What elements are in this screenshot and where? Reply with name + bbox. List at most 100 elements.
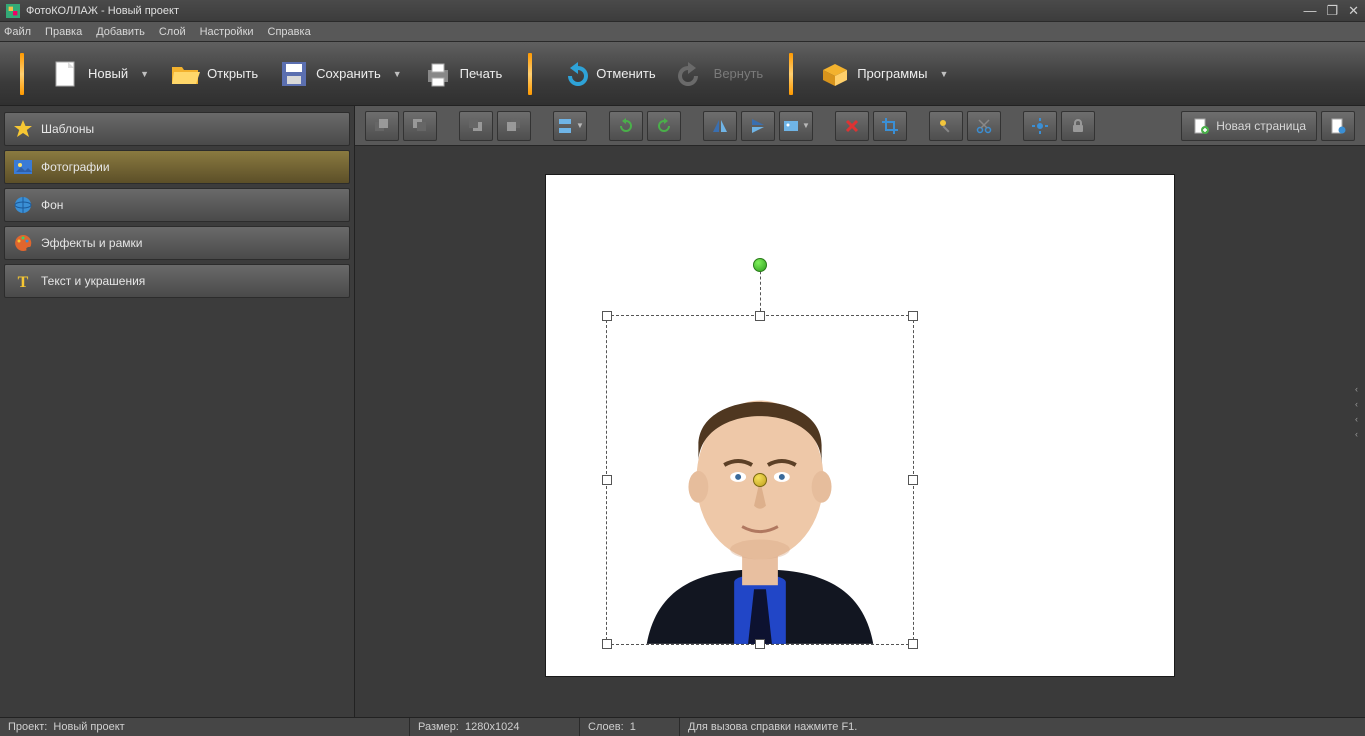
selection-frame[interactable] (606, 315, 914, 645)
new-file-icon (50, 58, 82, 90)
star-icon (13, 119, 33, 139)
toolbar-separator (528, 53, 532, 95)
toolbar-separator (20, 53, 24, 95)
sidebar: Шаблоны Фотографии Фон Эффекты и рамки T… (0, 106, 355, 717)
app-icon (6, 4, 20, 18)
globe-icon (13, 195, 33, 215)
chevron-down-icon: ▼ (802, 121, 810, 130)
resize-handle-bm[interactable] (755, 639, 765, 649)
new-button[interactable]: Новый ▼ (40, 53, 159, 95)
rotate-right-button[interactable] (647, 111, 681, 141)
status-project: Проект: Новый проект (0, 718, 410, 736)
workspace: ▼ ▼ Новая страница (355, 106, 1365, 717)
chevron-down-icon: ▼ (939, 69, 948, 79)
layer-back-button[interactable] (497, 111, 531, 141)
delete-button[interactable] (835, 111, 869, 141)
rotate-left-button[interactable] (609, 111, 643, 141)
send-backward-icon (467, 117, 485, 135)
rotation-stem (760, 266, 761, 311)
status-layers: Слоев: 1 (580, 718, 680, 736)
flip-v-icon (749, 117, 767, 135)
x-icon (843, 117, 861, 135)
resize-handle-mr[interactable] (908, 475, 918, 485)
redo-icon (676, 58, 708, 90)
rotate-ccw-icon (617, 117, 635, 135)
save-disk-icon (278, 58, 310, 90)
page[interactable] (545, 174, 1175, 677)
layer-forward-button[interactable] (403, 111, 437, 141)
resize-handle-tr[interactable] (908, 311, 918, 321)
settings-button[interactable] (1023, 111, 1057, 141)
sidebar-item-photos[interactable]: Фотографии (4, 150, 350, 184)
minimize-button[interactable]: — (1303, 3, 1316, 19)
palette-icon (13, 233, 33, 253)
gear-icon (1031, 117, 1049, 135)
flip-h-icon (711, 117, 729, 135)
menu-settings[interactable]: Настройки (200, 26, 254, 38)
page-gear-icon (1329, 117, 1347, 135)
fit-image-icon (782, 117, 800, 135)
undo-icon (558, 58, 590, 90)
status-size: Размер: 1280x1024 (410, 718, 580, 736)
rotation-handle[interactable] (753, 258, 767, 272)
crop-button[interactable] (873, 111, 907, 141)
sidebar-item-templates[interactable]: Шаблоны (4, 112, 350, 146)
sidebar-item-effects[interactable]: Эффекты и рамки (4, 226, 350, 260)
new-page-button[interactable]: Новая страница (1181, 111, 1317, 141)
flip-vertical-button[interactable] (741, 111, 775, 141)
main-toolbar: Новый ▼ Открыть Сохранить ▼ Печать Отмен… (0, 42, 1365, 106)
status-help: Для вызова справки нажмите F1. (680, 718, 1365, 736)
printer-icon (422, 58, 454, 90)
resize-handle-ml[interactable] (602, 475, 612, 485)
scissors-button[interactable] (967, 111, 1001, 141)
resize-handle-tm[interactable] (755, 311, 765, 321)
menu-file[interactable]: Файл (4, 26, 31, 38)
menubar: Файл Правка Добавить Слой Настройки Спра… (0, 22, 1365, 42)
layer-front-button[interactable] (365, 111, 399, 141)
page-settings-button[interactable] (1321, 111, 1355, 141)
bring-front-icon (373, 117, 391, 135)
chevron-down-icon: ▼ (576, 121, 584, 130)
save-button[interactable]: Сохранить ▼ (268, 53, 412, 95)
menu-layer[interactable]: Слой (159, 26, 186, 38)
menu-help[interactable]: Справка (268, 26, 311, 38)
send-back-icon (505, 117, 523, 135)
photo-icon (13, 157, 33, 177)
bring-forward-icon (411, 117, 429, 135)
page-add-icon (1192, 117, 1210, 135)
canvas[interactable] (355, 146, 1365, 717)
programs-button[interactable]: Программы ▼ (809, 53, 958, 95)
resize-handle-bl[interactable] (602, 639, 612, 649)
align-button[interactable]: ▼ (553, 111, 587, 141)
center-point[interactable] (753, 473, 767, 487)
menu-edit[interactable]: Правка (45, 26, 82, 38)
resize-handle-br[interactable] (908, 639, 918, 649)
toolbar-separator (789, 53, 793, 95)
undo-button[interactable]: Отменить (548, 53, 665, 95)
chevron-down-icon: ▼ (140, 69, 149, 79)
panel-expand-handle[interactable]: ‹‹‹‹ (1355, 382, 1365, 442)
rotate-cw-icon (655, 117, 673, 135)
align-icon (556, 117, 574, 135)
sidebar-item-text[interactable]: T Текст и украшения (4, 264, 350, 298)
flip-horizontal-button[interactable] (703, 111, 737, 141)
text-icon: T (13, 271, 33, 291)
open-button[interactable]: Открыть (159, 53, 268, 95)
close-button[interactable]: ✕ (1348, 3, 1359, 19)
lock-button[interactable] (1061, 111, 1095, 141)
window-title: ФотоКОЛЛАЖ - Новый проект (26, 5, 1303, 17)
redo-button[interactable]: Вернуть (666, 53, 774, 95)
crop-icon (881, 117, 899, 135)
layer-backward-button[interactable] (459, 111, 493, 141)
resize-handle-tl[interactable] (602, 311, 612, 321)
menu-add[interactable]: Добавить (96, 26, 145, 38)
maximize-button[interactable]: ❐ (1326, 3, 1338, 19)
fit-button[interactable]: ▼ (779, 111, 813, 141)
secondary-toolbar: ▼ ▼ Новая страница (355, 106, 1365, 146)
magic-button[interactable] (929, 111, 963, 141)
sidebar-item-background[interactable]: Фон (4, 188, 350, 222)
print-button[interactable]: Печать (412, 53, 513, 95)
wand-icon (937, 117, 955, 135)
chevron-down-icon: ▼ (393, 69, 402, 79)
lock-icon (1069, 117, 1087, 135)
